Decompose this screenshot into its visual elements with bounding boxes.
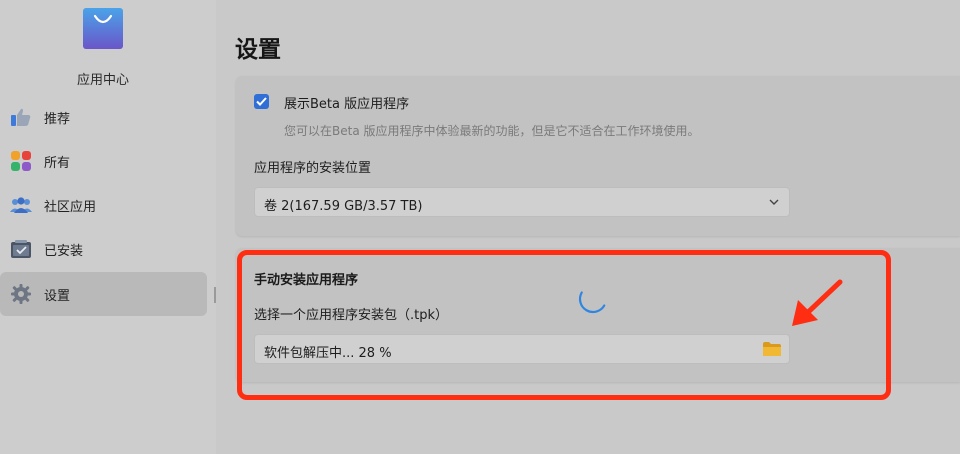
sidebar-item-all[interactable]: 所有	[0, 139, 207, 183]
sidebar-item-label: 已安装	[44, 243, 84, 259]
installed-box-icon	[10, 238, 32, 260]
sidebar: 应用中心 推荐 所有 社区应用 已安装 设置	[0, 0, 216, 454]
sidebar-item-settings[interactable]: 设置	[0, 272, 207, 316]
sidebar-item-label: 社区应用	[44, 199, 97, 215]
sidebar-item-label: 所有	[44, 155, 71, 171]
sidebar-item-recommended[interactable]: 推荐	[0, 95, 207, 139]
package-label: 选择一个应用程序安装包（.tpk）	[254, 308, 449, 323]
beta-checkbox-label[interactable]: 展示Beta 版应用程序	[284, 93, 409, 112]
sidebar-item-installed[interactable]: 已安装	[0, 227, 207, 271]
apps-grid-icon	[10, 150, 32, 172]
page-title: 设置	[235, 37, 281, 63]
thumbs-up-icon	[10, 106, 32, 128]
sidebar-item-community[interactable]: 社区应用	[0, 183, 207, 227]
extract-progress-text: 软件包解压中... 28 %	[264, 346, 392, 361]
loading-spinner-icon	[578, 291, 606, 314]
app-name: 应用中心	[76, 73, 129, 88]
install-location-select[interactable]: 卷 2(167.59 GB/3.57 TB)	[254, 187, 790, 217]
install-location-label: 应用程序的安装位置	[254, 161, 372, 176]
manual-install-title: 手动安装应用程序	[254, 273, 359, 288]
shopping-bag-icon	[83, 8, 123, 49]
beta-description: 您可以在Beta 版应用程序中体验最新的功能，但是它不适合在工作环境使用。	[284, 124, 700, 138]
community-icon	[10, 194, 32, 216]
sidebar-item-label: 推荐	[44, 111, 71, 127]
chevron-down-icon	[769, 199, 779, 205]
sidebar-resize-handle[interactable]	[214, 287, 216, 303]
package-file-input[interactable]: 软件包解压中... 28 %	[254, 334, 790, 364]
install-location-value: 卷 2(167.59 GB/3.57 TB)	[264, 199, 423, 214]
gear-icon	[10, 283, 32, 305]
browse-folder-button[interactable]	[761, 339, 783, 359]
folder-icon	[763, 342, 781, 356]
sidebar-item-label: 设置	[44, 288, 71, 304]
beta-checkbox[interactable]	[254, 94, 269, 109]
checkmark-icon	[256, 97, 267, 106]
